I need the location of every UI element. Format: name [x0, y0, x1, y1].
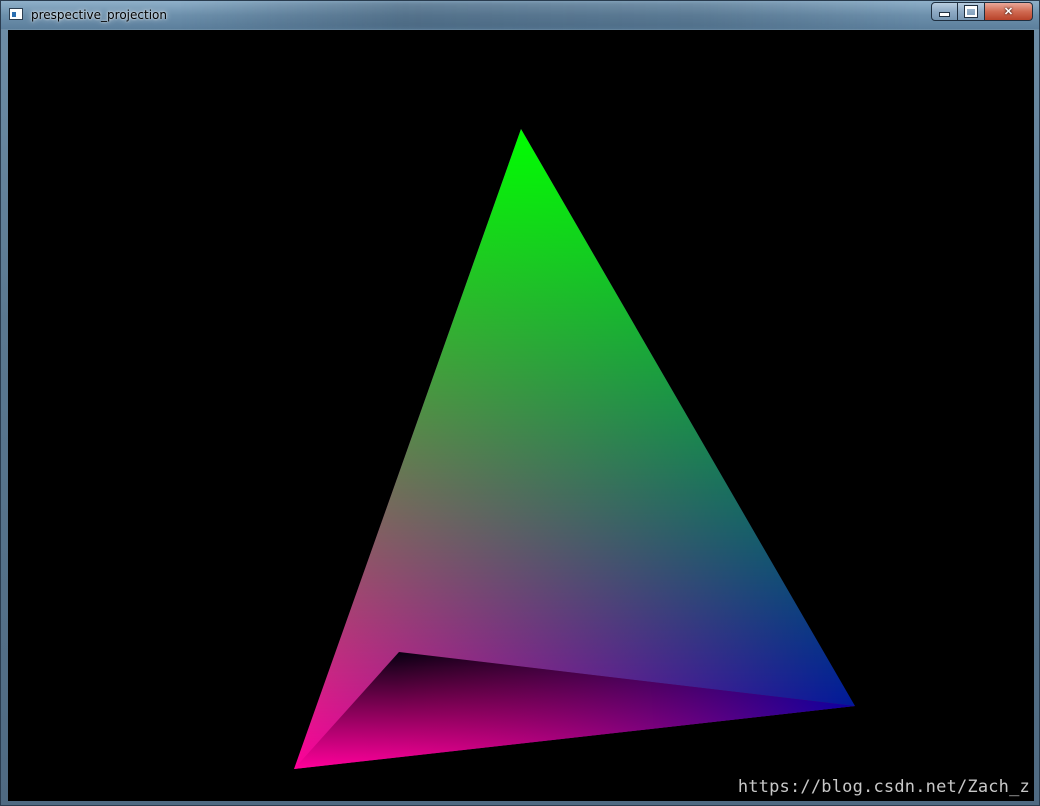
app-icon[interactable]	[9, 8, 23, 20]
watermark-text: https://blog.csdn.net/Zach_z	[737, 777, 1030, 797]
minimize-button[interactable]	[931, 2, 958, 21]
maximize-button[interactable]	[958, 2, 985, 21]
app-window: prespective_projection ✕ https://blog.cs…	[0, 0, 1040, 806]
close-button[interactable]: ✕	[985, 2, 1033, 21]
title-bar[interactable]: prespective_projection ✕	[1, 1, 1039, 29]
minimize-icon	[939, 12, 950, 17]
close-icon: ✕	[1003, 6, 1014, 18]
render-canvas[interactable]: https://blog.csdn.net/Zach_z	[8, 30, 1034, 801]
window-controls: ✕	[931, 2, 1033, 21]
rendered-pyramid	[294, 129, 855, 769]
title-bar-background	[181, 1, 921, 29]
maximize-icon	[964, 5, 978, 18]
window-title: prespective_projection	[31, 8, 167, 22]
